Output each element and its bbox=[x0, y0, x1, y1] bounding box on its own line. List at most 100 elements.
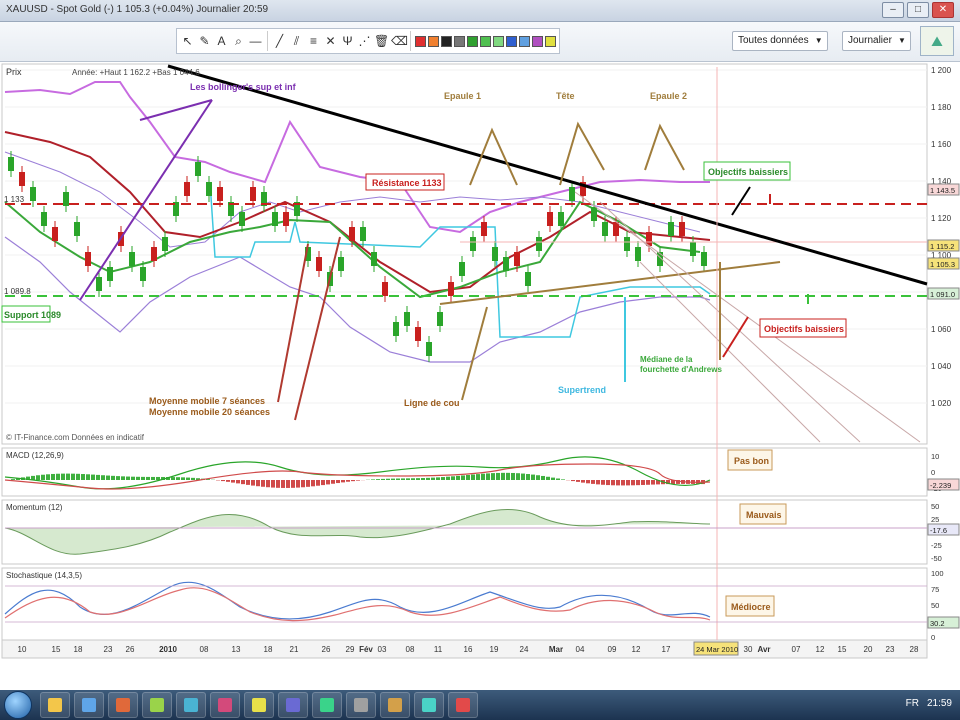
macd-bar bbox=[571, 480, 575, 482]
minimize-button[interactable]: – bbox=[882, 2, 904, 18]
macd-bar bbox=[311, 480, 315, 487]
macd-bar bbox=[151, 476, 155, 480]
taskbar-app-button[interactable] bbox=[346, 692, 376, 718]
language-indicator[interactable]: FR bbox=[906, 698, 919, 709]
macd-bar bbox=[181, 477, 185, 480]
candle-body bbox=[74, 222, 80, 236]
zoom-icon[interactable]: ⌕ bbox=[231, 32, 246, 50]
system-tray: FR 21:59 bbox=[906, 698, 952, 709]
price-tick-label: 1 180 bbox=[931, 103, 952, 112]
color-swatch-icon[interactable] bbox=[480, 35, 491, 47]
chart-area[interactable]: 1 2001 1801 1601 1401 1201 1001 0801 060… bbox=[0, 62, 960, 660]
hline-icon[interactable]: — bbox=[248, 32, 263, 50]
macd-bar bbox=[641, 480, 645, 485]
macd-bar bbox=[316, 480, 320, 486]
macd-bar bbox=[271, 480, 275, 488]
macd-bar bbox=[291, 480, 295, 488]
taskbar-app-button[interactable] bbox=[414, 692, 444, 718]
fib-icon[interactable]: ≡ bbox=[306, 32, 321, 50]
price-tick-label: 1 020 bbox=[931, 399, 952, 408]
time-tick-label: 28 bbox=[910, 645, 919, 654]
price-tag-label: 1 105.3 bbox=[930, 260, 955, 269]
color-swatch-icon[interactable] bbox=[415, 35, 426, 47]
candle-body bbox=[426, 342, 432, 356]
candle-body bbox=[85, 252, 91, 266]
left-price-tag-resistance: 1 133 bbox=[4, 195, 25, 204]
macd-bar bbox=[251, 480, 255, 486]
time-tick-label: 17 bbox=[662, 645, 671, 654]
price-axis: 1 2001 1801 1601 1401 1201 1001 0801 060… bbox=[931, 66, 952, 408]
start-button[interactable] bbox=[4, 691, 32, 719]
candle-body bbox=[503, 257, 509, 271]
macd-bar bbox=[631, 480, 635, 486]
period-select-value: Journalier bbox=[848, 35, 892, 46]
channel-icon[interactable]: ⫽ bbox=[289, 32, 304, 50]
candle-body bbox=[8, 157, 14, 171]
pitchfork-icon[interactable]: Ψ bbox=[340, 32, 355, 50]
macd-bar bbox=[61, 473, 65, 480]
macd-bar bbox=[386, 478, 390, 480]
color-swatch-icon[interactable] bbox=[519, 35, 530, 47]
pencil-icon[interactable]: ✎ bbox=[197, 32, 212, 50]
erase-icon[interactable]: ⌫ bbox=[391, 32, 408, 50]
macd-bar bbox=[456, 475, 460, 480]
taskbar-app-button[interactable] bbox=[40, 692, 70, 718]
cross-icon[interactable]: ✕ bbox=[323, 32, 338, 50]
macd-bar bbox=[586, 480, 590, 484]
line-icon[interactable]: ╱ bbox=[272, 32, 287, 50]
color-swatch-icon[interactable] bbox=[493, 35, 504, 47]
trash-icon[interactable]: 🗑 bbox=[374, 32, 389, 50]
momentum-label: Momentum (12) bbox=[6, 503, 63, 512]
macd-bar bbox=[616, 480, 620, 486]
neckline-label: Ligne de cou bbox=[404, 398, 460, 408]
macd-bar bbox=[101, 475, 105, 480]
taskbar-app-button[interactable] bbox=[278, 692, 308, 718]
color-swatch-icon[interactable] bbox=[441, 35, 452, 47]
macd-bar bbox=[131, 476, 135, 480]
taskbar-app-button[interactable] bbox=[210, 692, 240, 718]
color-swatch-icon[interactable] bbox=[532, 35, 543, 47]
price-tag-label: 1 115.2 bbox=[930, 242, 954, 251]
time-tick-label: 08 bbox=[406, 645, 415, 654]
text-icon[interactable]: A bbox=[214, 32, 229, 50]
fan-icon[interactable]: ⋰ bbox=[357, 32, 372, 50]
indicator-axes: 100-10-2.23950250-25-50-17.6100755025030… bbox=[927, 452, 960, 642]
left-price-tag-support: 1 089.8 bbox=[4, 287, 31, 296]
taskbar-app-button[interactable] bbox=[312, 692, 342, 718]
color-swatch-icon[interactable] bbox=[506, 35, 517, 47]
candle-body bbox=[404, 312, 410, 326]
close-button[interactable]: ✕ bbox=[932, 2, 954, 18]
resistance-label: Résistance 1133 bbox=[372, 178, 442, 188]
time-tick-label: 09 bbox=[608, 645, 617, 654]
time-tick-label: 18 bbox=[74, 645, 83, 654]
taskbar-app-button[interactable] bbox=[244, 692, 274, 718]
color-swatch-icon[interactable] bbox=[467, 35, 478, 47]
period-select[interactable]: Journalier ▼ bbox=[842, 31, 911, 51]
macd-bar bbox=[496, 472, 500, 480]
macd-bar bbox=[186, 477, 190, 480]
momentum-tick-label: 50 bbox=[931, 502, 939, 511]
color-swatch-icon[interactable] bbox=[454, 35, 465, 47]
maximize-button[interactable]: □ bbox=[907, 2, 929, 18]
taskbar-app-button[interactable] bbox=[176, 692, 206, 718]
macd-bar bbox=[451, 476, 455, 480]
candle-body bbox=[184, 182, 190, 196]
color-swatch-icon[interactable] bbox=[428, 35, 439, 47]
time-tick-label: 07 bbox=[792, 645, 801, 654]
data-select[interactable]: Toutes données ▼ bbox=[732, 31, 828, 51]
macd-tick-label: 0 bbox=[931, 468, 935, 477]
clock[interactable]: 21:59 bbox=[927, 698, 952, 709]
taskbar-app-button[interactable] bbox=[380, 692, 410, 718]
color-swatch-icon[interactable] bbox=[545, 35, 556, 47]
candle-body bbox=[624, 237, 630, 251]
macd-bar bbox=[606, 480, 610, 486]
andrews-label-line2: fourchette d'Andrews bbox=[640, 365, 722, 374]
taskbar-app-button[interactable] bbox=[142, 692, 172, 718]
macd-bar bbox=[371, 479, 375, 480]
taskbar-app-button[interactable] bbox=[74, 692, 104, 718]
taskbar-app-button[interactable] bbox=[448, 692, 478, 718]
macd-bar bbox=[471, 474, 475, 480]
taskbar-app-button[interactable] bbox=[108, 692, 138, 718]
macd-bar bbox=[281, 480, 285, 488]
cursor-icon[interactable]: ↖ bbox=[180, 32, 195, 50]
